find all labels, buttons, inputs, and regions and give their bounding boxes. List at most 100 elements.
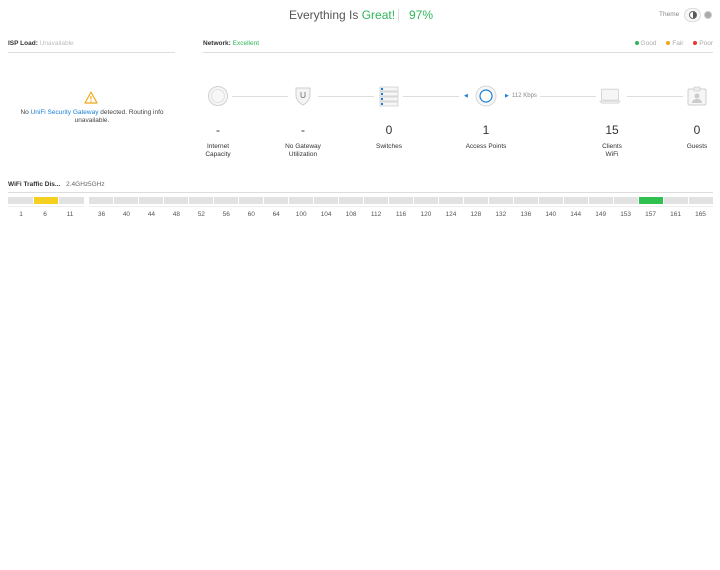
channel-bars-5ghz <box>89 197 713 204</box>
wifi-clients-label: Clients WiFi <box>602 143 622 158</box>
channel-bar-128[interactable] <box>464 197 488 204</box>
channel-tick: 157 <box>645 211 657 218</box>
channel-bar-124[interactable] <box>439 197 463 204</box>
channel-bar[interactable] <box>59 197 84 204</box>
connector-line <box>403 96 459 97</box>
switches-label: Switches <box>375 143 402 150</box>
channel-bar[interactable] <box>34 197 58 204</box>
channel-bar-140[interactable] <box>539 197 563 204</box>
isp-msg-before: No <box>20 109 29 116</box>
channel-tick: 60 <box>247 211 255 218</box>
channel-tick: 153 <box>620 211 632 218</box>
guest-badge-icon[interactable] <box>686 85 708 107</box>
network-label: Network: <box>203 40 231 47</box>
channel-bar-136[interactable] <box>514 197 538 204</box>
access-point-icon[interactable] <box>475 85 497 107</box>
health-legend: Good Fair Poor <box>627 40 713 47</box>
connector-line <box>540 96 596 97</box>
network-status: Excellent <box>232 40 259 47</box>
overall-status: Everything Is Great! <box>289 8 395 22</box>
globe-icon[interactable] <box>207 85 229 107</box>
network-header: Network: Excellent Good Fair Poor <box>203 40 713 53</box>
theme-dot-button[interactable] <box>704 11 712 19</box>
channel-tick: 56 <box>222 211 230 218</box>
channel-tick: 100 <box>295 211 307 218</box>
access-points-label: Access Points <box>465 143 507 150</box>
channel-tick: 36 <box>97 211 106 218</box>
channel-tick: 149 <box>595 211 607 218</box>
wifi-clients-count: 15 <box>605 123 619 137</box>
channel-bar-165[interactable] <box>689 197 713 204</box>
isp-message: No UniFi Security Gateway detected. Rout… <box>12 109 172 125</box>
theme-toggle-button[interactable] <box>684 8 701 22</box>
internet-capacity-label: Internet Capacity <box>205 143 231 158</box>
switch-stack-icon[interactable] <box>378 85 400 107</box>
connector-line <box>318 96 374 97</box>
warning-icon <box>84 91 98 104</box>
channel-bar-44[interactable] <box>139 197 163 204</box>
channel-tick: 48 <box>172 211 180 218</box>
channel-bar-64[interactable] <box>264 197 288 204</box>
channel-bar-153[interactable] <box>614 197 638 204</box>
isp-load-label: ISP Load: <box>8 40 38 47</box>
status-word: Great! <box>361 8 396 22</box>
arrow-right-icon: ▶ <box>505 93 509 99</box>
wifi-divider <box>8 192 713 193</box>
health-score: 97% <box>409 8 434 22</box>
channel-tick: 120 <box>420 211 432 218</box>
channel-tick: 6 <box>43 211 47 218</box>
ap-throughput: 112 Kbps <box>512 93 537 99</box>
channel-bar-116[interactable] <box>389 197 413 204</box>
channel-bar-100[interactable] <box>289 197 313 204</box>
channel-bar-112[interactable] <box>364 197 388 204</box>
channel-tick: 11 <box>66 211 74 218</box>
channel-bar-40[interactable] <box>114 197 138 204</box>
status-prefix: Everything Is <box>289 8 359 22</box>
channel-tick: 104 <box>320 211 332 218</box>
band-5ghz-label[interactable]: 5GHz <box>88 181 118 188</box>
channel-bars-2ghz <box>8 197 84 204</box>
gateway-utilization-value: - <box>301 123 305 137</box>
channel-tick: 44 <box>147 211 155 218</box>
channel-tick: 128 <box>470 211 482 218</box>
channel-bar-132[interactable] <box>489 197 513 204</box>
channel-bar-56[interactable] <box>214 197 238 204</box>
contrast-icon <box>689 11 697 19</box>
channel-tick: 161 <box>670 211 681 218</box>
channel-tick: 108 <box>345 211 357 218</box>
channel-tick: 165 <box>695 211 706 218</box>
channel-bar-108[interactable] <box>339 197 363 204</box>
band-2ghz-label[interactable]: 2.4GHz <box>66 181 88 188</box>
arrow-left-icon: ◀ <box>464 93 468 99</box>
channel-bar-149[interactable] <box>589 197 613 204</box>
channel-tick: 140 <box>545 211 557 218</box>
channel-bar-52[interactable] <box>189 197 213 204</box>
switches-count: 0 <box>385 123 393 137</box>
isp-load-value: Unavailable <box>39 40 74 47</box>
channel-tick: 112 <box>370 211 382 218</box>
channel-bar[interactable] <box>8 197 33 204</box>
channel-bar-60[interactable] <box>239 197 263 204</box>
access-points-count: 1 <box>482 123 490 137</box>
channel-bar-157[interactable] <box>639 197 663 204</box>
channel-tick: 52 <box>197 211 205 218</box>
usg-link[interactable]: UniFi Security Gateway <box>31 109 99 116</box>
band-underline <box>8 206 84 207</box>
guests-label: Guests <box>686 143 708 150</box>
guests-count: 0 <box>693 123 701 137</box>
theme-label: Theme <box>659 11 680 18</box>
channel-bar-120[interactable] <box>414 197 438 204</box>
channel-bar-144[interactable] <box>564 197 588 204</box>
channel-bar-104[interactable] <box>314 197 338 204</box>
legend-poor: Poor <box>693 40 713 47</box>
channel-bar-48[interactable] <box>164 197 188 204</box>
wifi-traffic-header: WiFi Traffic Dis... 2.4GHz 5GHz <box>8 181 105 188</box>
channel-tick: 40 <box>122 211 131 218</box>
internet-capacity-value: - <box>216 123 220 137</box>
channel-bar-36[interactable] <box>89 197 113 204</box>
header-divider <box>398 9 399 21</box>
gateway-shield-icon[interactable] <box>292 85 314 107</box>
laptop-icon[interactable] <box>599 85 621 107</box>
channel-bar-161[interactable] <box>664 197 688 204</box>
channel-tick: 136 <box>520 211 532 218</box>
